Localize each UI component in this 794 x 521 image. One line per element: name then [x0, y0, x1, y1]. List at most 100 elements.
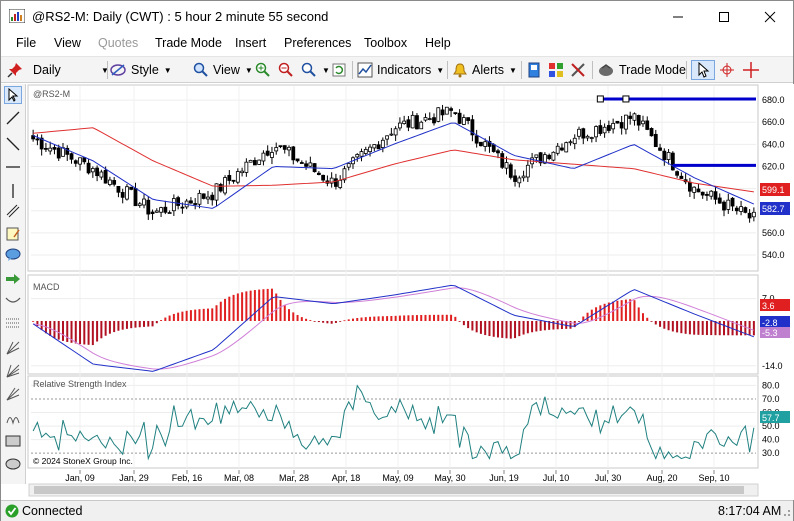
candle-body: [99, 171, 104, 178]
pitchfork-tool[interactable]: [4, 339, 22, 357]
horizontal-line-icon: [6, 166, 20, 168]
view-dropdown[interactable]: View ▼: [193, 60, 253, 80]
x-tick-label: Mar, 28: [279, 473, 309, 483]
interval-select[interactable]: Daily ▼: [33, 60, 109, 80]
candle-body: [564, 142, 569, 153]
trade-mode-button[interactable]: Trade Mode: [598, 60, 686, 80]
text-tool[interactable]: [4, 246, 22, 264]
menu-file[interactable]: File: [16, 36, 36, 50]
macd-histogram-bar: [531, 321, 534, 333]
status-time: 8:17:04 AM: [718, 504, 782, 518]
ray-tool[interactable]: [4, 135, 22, 153]
scrollbar-thumb: [34, 486, 744, 494]
alerts-dropdown[interactable]: Alerts ▼: [452, 60, 517, 80]
candle-body: [176, 197, 181, 206]
menu-preferences[interactable]: Preferences: [284, 36, 351, 50]
speed-lines-tool[interactable]: [4, 385, 22, 403]
macd-histogram-bar: [450, 314, 453, 321]
zoom-options-button[interactable]: ▼: [301, 60, 330, 80]
crosshair-tool-button[interactable]: [718, 60, 736, 80]
cross-cursor-button[interactable]: [742, 60, 760, 80]
pitchfork-icon: [6, 341, 20, 355]
gann-fan-tool[interactable]: [4, 362, 22, 380]
trendline-tool[interactable]: [4, 109, 22, 127]
candle-body: [368, 146, 372, 153]
vertical-line-tool[interactable]: [4, 182, 22, 200]
candle-body: [95, 167, 100, 177]
magnifier-icon: [193, 62, 208, 77]
palette-button[interactable]: [548, 60, 564, 80]
x-tick-label: May, 09: [382, 473, 413, 483]
channel-tool[interactable]: [4, 202, 22, 220]
fibonacci-tool[interactable]: [4, 314, 22, 332]
macd-histogram-bar: [701, 321, 704, 335]
tools-button[interactable]: [570, 60, 586, 80]
arrow-tool[interactable]: [4, 270, 22, 288]
menu-insert[interactable]: Insert: [235, 36, 266, 50]
maximize-button[interactable]: [701, 1, 747, 32]
macd-histogram-bar: [407, 315, 410, 321]
candle-body: [641, 120, 645, 125]
macd-histogram-bar: [496, 321, 499, 338]
palette-icon: [549, 63, 563, 77]
select-tool[interactable]: [4, 86, 22, 104]
minimize-button[interactable]: [655, 1, 701, 32]
rectangle-tool[interactable]: [4, 432, 22, 450]
resize-grip-icon[interactable]: [781, 509, 791, 519]
candle-body: [722, 201, 726, 211]
macd-histogram-bar: [633, 300, 636, 321]
layout-button[interactable]: [526, 60, 542, 80]
interval-value: Daily: [33, 63, 61, 77]
menu-toolbox[interactable]: Toolbox: [364, 36, 407, 50]
candle-body: [624, 114, 628, 130]
candle-body: [687, 181, 692, 192]
macd-histogram-bar: [723, 321, 726, 336]
pointer-tool-button[interactable]: [691, 60, 715, 80]
macd-histogram-bar: [309, 320, 312, 321]
macd-histogram-bar: [454, 316, 457, 321]
macd-histogram-bar: [714, 321, 717, 336]
zoom-out-button[interactable]: [278, 60, 294, 80]
macd-histogram-bar: [509, 321, 512, 339]
zoom-in-button[interactable]: [255, 60, 271, 80]
macd-histogram-bar: [288, 309, 291, 321]
candle-body: [444, 106, 449, 115]
macd-histogram-bar: [526, 321, 529, 334]
menu-help[interactable]: Help: [425, 36, 451, 50]
candle-body: [483, 141, 488, 147]
menu-quotes[interactable]: Quotes: [98, 36, 138, 50]
macd-histogram-bar: [236, 293, 239, 321]
candle-body: [751, 211, 756, 218]
drawing-toolbar: [1, 84, 26, 484]
ellipse-tool[interactable]: [4, 455, 22, 473]
macd-histogram-bar: [245, 291, 248, 321]
arc-tool[interactable]: [4, 291, 22, 309]
candle-body: [696, 188, 701, 193]
candle-body: [231, 179, 236, 182]
chart-area[interactable]: 680.0660.0640.0620.0600.0580.0560.0540.0…: [26, 84, 794, 500]
style-dropdown[interactable]: Style ▼: [109, 60, 172, 80]
cycle-tool[interactable]: [4, 409, 22, 427]
macd-histogram-bar: [104, 321, 107, 336]
close-button[interactable]: [747, 1, 793, 32]
price-tick-label: 620.0: [762, 161, 785, 171]
chart-canvas[interactable]: 680.0660.0640.0620.0600.0580.0560.0540.0…: [26, 84, 794, 500]
candle-body: [555, 145, 560, 154]
macd-histogram-bar: [740, 321, 743, 336]
indicators-dropdown[interactable]: Indicators ▼: [357, 60, 444, 80]
horizontal-line-tool[interactable]: [4, 158, 22, 176]
candle-body: [747, 212, 752, 219]
note-tool[interactable]: [4, 225, 22, 243]
candle-body: [252, 160, 257, 166]
candle-body: [112, 180, 117, 185]
macd-histogram-bar: [471, 321, 474, 331]
candle-body: [679, 175, 684, 179]
macd-histogram-bar: [172, 313, 175, 321]
macd-histogram-bar: [398, 315, 401, 321]
candle-body: [653, 133, 658, 148]
candle-body: [632, 113, 637, 121]
menu-view[interactable]: View: [54, 36, 81, 50]
menu-trade-mode[interactable]: Trade Mode: [155, 36, 222, 50]
pin-button[interactable]: [7, 60, 23, 80]
refresh-button[interactable]: [331, 60, 347, 80]
